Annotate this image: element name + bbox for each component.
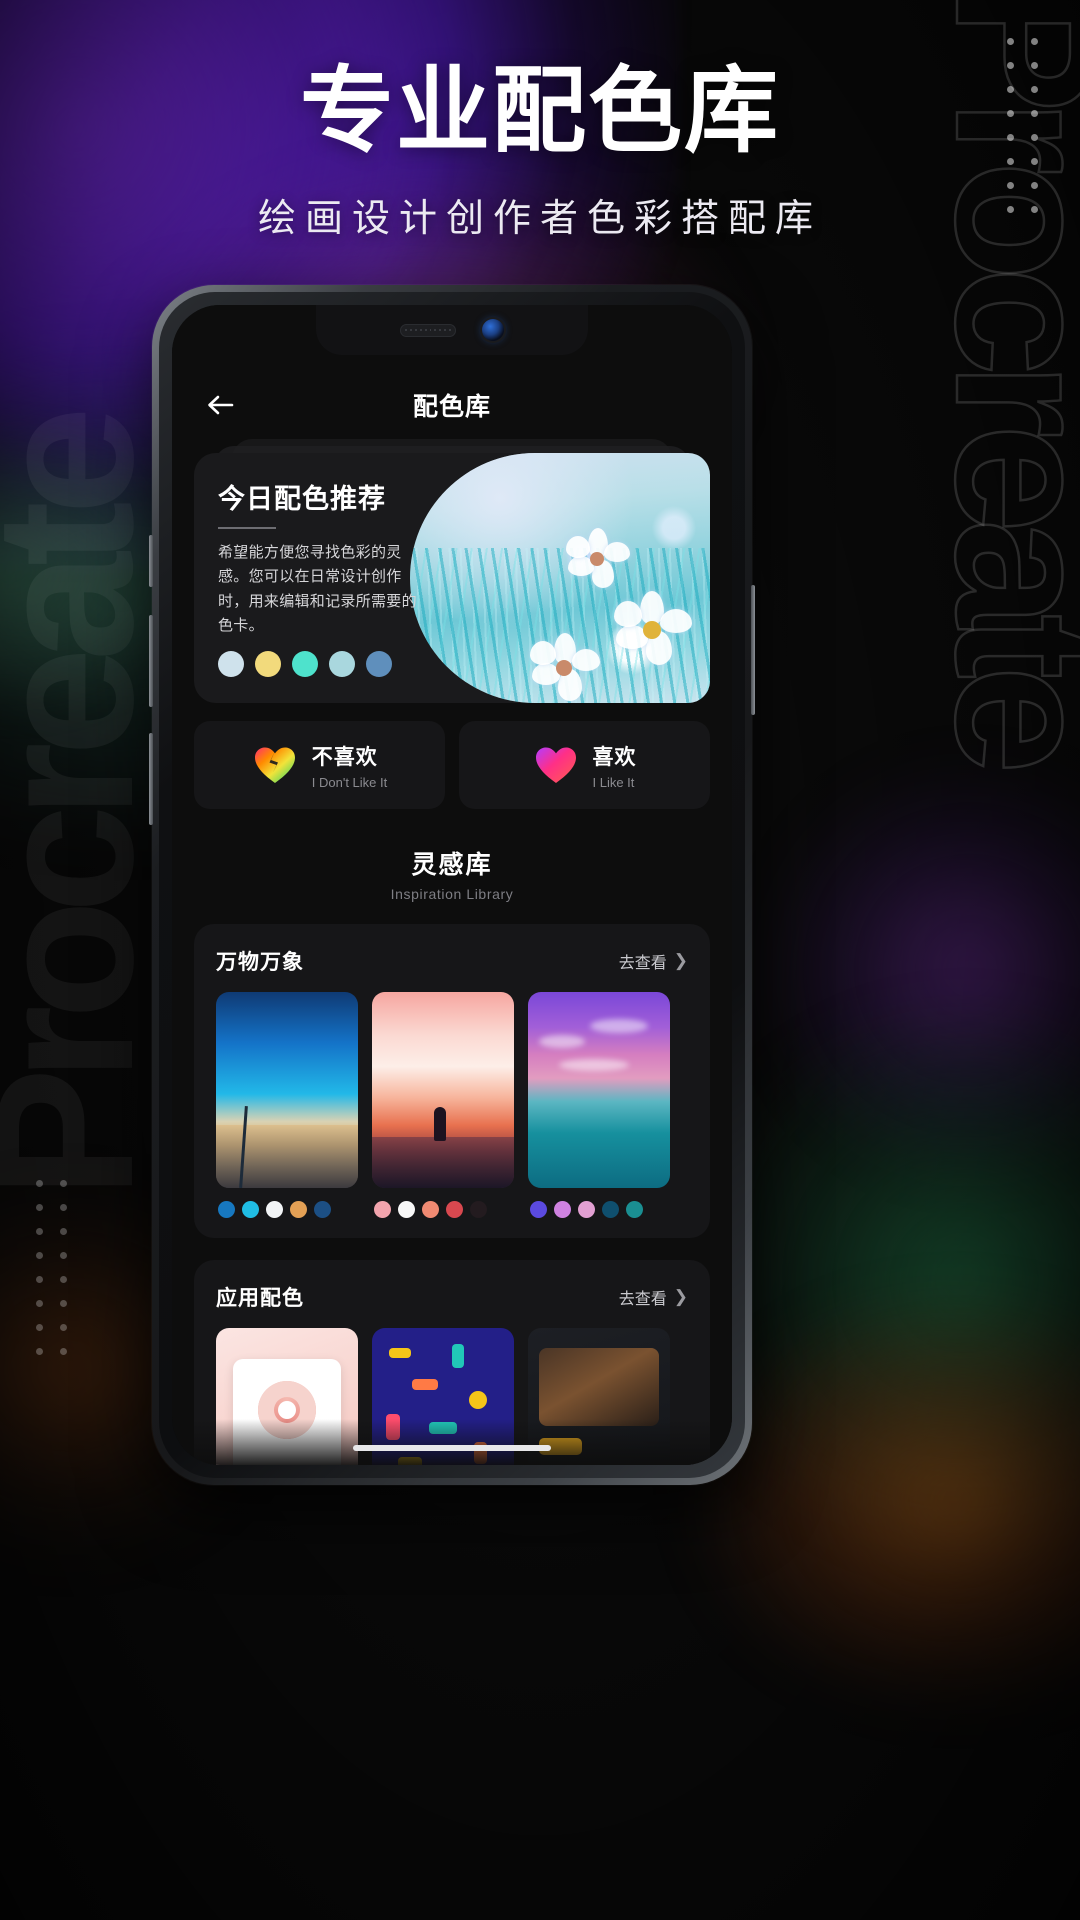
page-title: 配色库 (412, 393, 491, 421)
recommend-card-image (410, 453, 710, 703)
promo-title: 专业配色库 (299, 58, 780, 163)
group-title: 万物万象 (216, 951, 304, 974)
recommend-card-divider (218, 527, 276, 529)
phone-screen: 配色库 今日配色推荐 希望能方便您寻找色彩的灵感。您可以在日常设计创作时，用来编… (172, 305, 732, 1465)
recommend-card-stack: 今日配色推荐 希望能方便您寻找色彩的灵感。您可以在日常设计创作时，用来编辑和记录… (194, 439, 710, 703)
dot-grid-bottom-left (36, 1180, 67, 1355)
group-thumbnail-row[interactable] (216, 992, 710, 1218)
phone-button-mute (149, 535, 153, 587)
promo-subtitle: 绘画设计创作者色彩搭配库 (257, 197, 822, 240)
palette-dot[interactable] (626, 1201, 643, 1218)
phone-bezel: 配色库 今日配色推荐 希望能方便您寻找色彩的灵感。您可以在日常设计创作时，用来编… (159, 292, 745, 1478)
phone-button-volume-up (149, 615, 153, 707)
palette-dot[interactable] (314, 1201, 331, 1218)
dislike-label-en: I Don't Like It (311, 774, 388, 790)
phone-mockup: 配色库 今日配色推荐 希望能方便您寻找色彩的灵感。您可以在日常设计创作时，用来编… (149, 285, 755, 1485)
heart-icon (533, 742, 579, 788)
phone-button-power (751, 585, 755, 715)
palette-dot[interactable] (578, 1201, 595, 1218)
phone-frame: 配色库 今日配色推荐 希望能方便您寻找色彩的灵感。您可以在日常设计创作时，用来编… (149, 285, 755, 1485)
thumbnail-image-sunset (372, 992, 514, 1188)
thumbnail-image-donut-app (216, 1328, 358, 1465)
thumbnail-item[interactable] (216, 992, 358, 1218)
group-card-app-palette: 应用配色 去查看 ❯ (194, 1260, 710, 1465)
arrow-left-icon (205, 393, 235, 417)
dislike-labels: 不喜欢 I Don't Like It (312, 741, 387, 790)
like-button[interactable]: 喜欢 I Like It (459, 721, 710, 809)
chevron-right-icon: ❯ (673, 951, 688, 970)
group-more-label: 去查看 (618, 955, 667, 972)
thumbnail-image-tropic (528, 992, 670, 1188)
recommend-card-title: 今日配色推荐 (218, 484, 386, 514)
like-label-en: I Like It (592, 774, 635, 790)
like-label-cn: 喜欢 (592, 745, 637, 769)
palette-dot[interactable] (554, 1201, 571, 1218)
thumbnail-palette-dots (528, 1201, 670, 1218)
thumbnail-palette-dots (216, 1201, 358, 1218)
group-title: 应用配色 (216, 1287, 304, 1310)
group-more-button[interactable]: 去查看 ❯ (619, 1285, 688, 1309)
daily-recommend-card[interactable]: 今日配色推荐 希望能方便您寻找色彩的灵感。您可以在日常设计创作时，用来编辑和记录… (194, 453, 710, 703)
thumbnail-item[interactable] (528, 992, 670, 1218)
app-header: 配色库 (172, 373, 732, 437)
color-swatch[interactable] (329, 651, 355, 678)
palette-dot[interactable] (602, 1201, 619, 1218)
feedback-row: 不喜欢 I Don't Like It 喜欢 I Like It (194, 721, 710, 809)
flower-art (530, 633, 600, 703)
palette-dot[interactable] (218, 1201, 235, 1218)
earpiece-speaker-icon (400, 323, 456, 337)
recommend-card-text: 今日配色推荐 希望能方便您寻找色彩的灵感。您可以在日常设计创作时，用来编辑和记录… (194, 453, 426, 703)
recommend-card-swatch-row[interactable] (218, 651, 426, 678)
palette-dot[interactable] (398, 1201, 415, 1218)
palette-dot[interactable] (242, 1201, 259, 1218)
recommend-card-description: 希望能方便您寻找色彩的灵感。您可以在日常设计创作时，用来编辑和记录所需要的色卡。 (218, 544, 417, 634)
group-more-label: 去查看 (618, 1291, 667, 1308)
color-swatch[interactable] (292, 651, 318, 678)
back-button[interactable] (198, 383, 242, 427)
inspiration-title-en: Inspiration Library (390, 886, 514, 902)
palette-dot[interactable] (374, 1201, 391, 1218)
inspiration-section-header: 灵感库 Inspiration Library (194, 845, 710, 902)
phone-button-volume-down (149, 733, 153, 825)
app-root: 配色库 今日配色推荐 希望能方便您寻找色彩的灵感。您可以在日常设计创作时，用来编… (172, 305, 732, 1465)
color-swatch[interactable] (366, 651, 392, 678)
inspiration-title-cn: 灵感库 (411, 851, 493, 879)
phone-notch (316, 305, 588, 355)
palette-dot[interactable] (422, 1201, 439, 1218)
broken-heart-icon (252, 742, 298, 788)
thumbnail-item[interactable] (216, 1328, 358, 1465)
app-scroll-area[interactable]: 今日配色推荐 希望能方便您寻找色彩的灵感。您可以在日常设计创作时，用来编辑和记录… (172, 439, 732, 1465)
palette-dot[interactable] (290, 1201, 307, 1218)
color-swatch[interactable] (255, 651, 281, 678)
front-camera-icon (482, 319, 504, 341)
palette-dot[interactable] (530, 1201, 547, 1218)
color-swatch[interactable] (218, 651, 244, 678)
flower-art (566, 528, 630, 592)
group-more-button[interactable]: 去查看 ❯ (619, 949, 688, 973)
chevron-right-icon: ❯ (673, 1287, 688, 1306)
promo-headline-block: 专业配色库 绘画设计创作者色彩搭配库 (0, 58, 1080, 242)
like-labels: 喜欢 I Like It (593, 741, 637, 790)
group-card-everything: 万物万象 去查看 ❯ (194, 924, 710, 1238)
group-header: 万物万象 去查看 ❯ (216, 946, 710, 976)
thumbnail-item[interactable] (372, 992, 514, 1218)
palette-dot[interactable] (470, 1201, 487, 1218)
palette-dot[interactable] (266, 1201, 283, 1218)
home-indicator[interactable] (353, 1445, 551, 1451)
thumbnail-image-beach (216, 992, 358, 1188)
dislike-button[interactable]: 不喜欢 I Don't Like It (194, 721, 445, 809)
thumbnail-palette-dots (372, 1201, 514, 1218)
dislike-label-cn: 不喜欢 (311, 745, 378, 769)
group-header: 应用配色 去查看 ❯ (216, 1282, 710, 1312)
flower-art (614, 590, 692, 669)
palette-dot[interactable] (446, 1201, 463, 1218)
